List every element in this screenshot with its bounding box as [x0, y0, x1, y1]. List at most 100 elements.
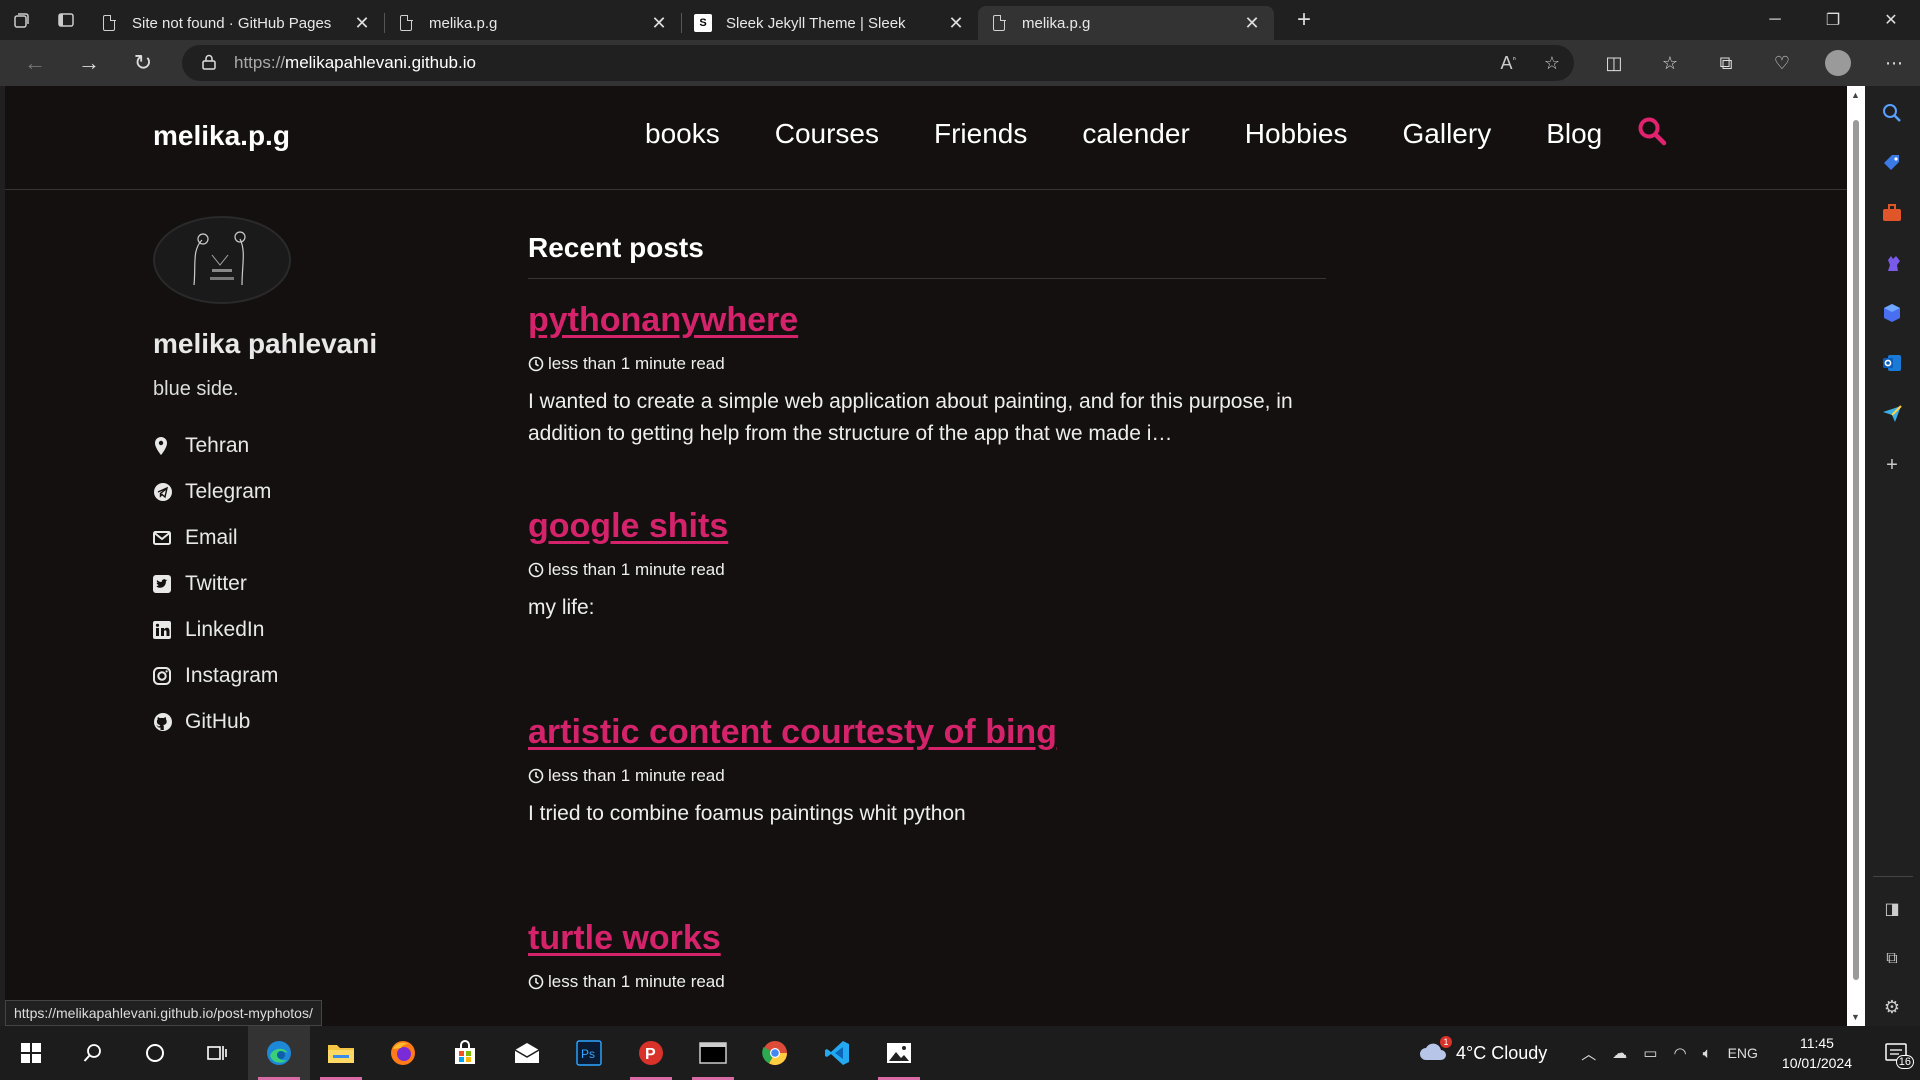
microsoft-365-icon[interactable]: [1877, 298, 1907, 328]
tab-melika-active[interactable]: melika.p.g ✕: [978, 6, 1274, 40]
nav-gallery[interactable]: Gallery: [1403, 118, 1492, 150]
photoshop-icon[interactable]: Ps: [558, 1026, 620, 1080]
profile-avatar[interactable]: [1825, 50, 1851, 76]
post-title-link[interactable]: pythonanywhere: [528, 301, 798, 339]
wifi-icon[interactable]: ◠: [1673, 1044, 1686, 1062]
author-link-instagram[interactable]: Instagram: [153, 653, 483, 699]
instagram-icon: [153, 667, 181, 685]
read-time: less than 1 minute read: [548, 766, 725, 785]
browser-essentials-icon[interactable]: ♡: [1754, 53, 1810, 74]
taskbar-search-icon[interactable]: [62, 1026, 124, 1080]
edge-taskbar-icon[interactable]: [248, 1026, 310, 1080]
back-arrow-icon[interactable]: ←: [8, 40, 62, 86]
clock-icon: [528, 562, 544, 578]
clock[interactable]: 11:45 10/01/2024: [1782, 1033, 1852, 1073]
show-hidden-icons-icon[interactable]: ︿: [1581, 1043, 1596, 1064]
vscode-icon[interactable]: [806, 1026, 868, 1080]
battery-icon[interactable]: ▭: [1643, 1044, 1657, 1062]
author-link-linkedin[interactable]: LinkedIn: [153, 607, 483, 653]
workspaces-icon[interactable]: [0, 0, 44, 40]
firefox-icon[interactable]: [372, 1026, 434, 1080]
clock-icon: [528, 974, 544, 990]
favorites-icon[interactable]: ☆: [1642, 53, 1698, 74]
weather-widget[interactable]: 1 4°C Cloudy: [1418, 1035, 1547, 1067]
collections-icon[interactable]: ⧉: [1698, 53, 1754, 74]
file-explorer-icon[interactable]: [310, 1026, 372, 1080]
new-tab-button[interactable]: +: [1284, 6, 1324, 34]
favorite-star-icon[interactable]: ☆: [1544, 53, 1560, 74]
nav-calender[interactable]: calender: [1082, 118, 1189, 150]
cortana-icon[interactable]: [124, 1026, 186, 1080]
search-icon[interactable]: [1637, 116, 1671, 150]
pycharm-icon[interactable]: P: [620, 1026, 682, 1080]
tab-title: Site not found · GitHub Pages: [132, 14, 332, 32]
read-time: less than 1 minute read: [548, 560, 725, 579]
author-link-github[interactable]: GitHub: [153, 699, 483, 745]
tools-icon[interactable]: [1877, 198, 1907, 228]
post-title-link[interactable]: turtle works: [528, 919, 721, 957]
address-bar[interactable]: https://melikapahlevani.github.io Aⁿ ☆: [182, 45, 1574, 81]
games-icon[interactable]: [1877, 248, 1907, 278]
tab-site-not-found[interactable]: Site not found · GitHub Pages ✕: [88, 6, 384, 40]
notifications-icon[interactable]: 16: [1872, 1043, 1920, 1069]
settings-more-icon[interactable]: ⋯: [1866, 53, 1920, 74]
tab-melika-1[interactable]: melika.p.g ✕: [385, 6, 681, 40]
post-title-link[interactable]: google shits: [528, 507, 728, 545]
notification-count-badge: 16: [1895, 1055, 1914, 1069]
close-tab-icon[interactable]: ✕: [649, 13, 669, 34]
onedrive-icon[interactable]: ☁: [1612, 1044, 1627, 1062]
nav-courses[interactable]: Courses: [775, 118, 879, 150]
tab-strip: Site not found · GitHub Pages ✕ melika.p…: [0, 0, 1920, 40]
microsoft-store-icon[interactable]: [434, 1026, 496, 1080]
nav-hobbies[interactable]: Hobbies: [1245, 118, 1348, 150]
hide-sidebar-icon[interactable]: ◨: [1877, 894, 1907, 924]
language-indicator[interactable]: ENG: [1728, 1045, 1758, 1061]
close-window-icon[interactable]: ✕: [1862, 0, 1920, 40]
windows-taskbar: Ps P 1 4°C Cloudy ︿ ☁ ▭ ◠ 🔈︎ ENG 11:45 1…: [0, 1026, 1920, 1080]
sidebar-divider: [1873, 876, 1913, 877]
add-sidebar-app-icon[interactable]: +: [1877, 450, 1907, 480]
read-time: less than 1 minute read: [548, 354, 725, 373]
page-icon: [397, 14, 415, 32]
mail-icon[interactable]: [496, 1026, 558, 1080]
read-aloud-icon[interactable]: Aⁿ: [1501, 53, 1516, 74]
sidebar-settings-icon[interactable]: ⚙: [1877, 992, 1907, 1022]
scrollbar-thumb[interactable]: [1853, 120, 1859, 980]
close-tab-icon[interactable]: ✕: [946, 13, 966, 34]
restore-icon[interactable]: ❐: [1804, 0, 1862, 40]
nav-friends[interactable]: Friends: [934, 118, 1027, 150]
close-tab-icon[interactable]: ✕: [352, 13, 372, 34]
post-title-link[interactable]: artistic content courtesty of bing: [528, 713, 1057, 751]
forward-arrow-icon[interactable]: →: [62, 40, 116, 86]
windows-start-icon[interactable]: [0, 1026, 62, 1080]
page-scrollbar[interactable]: ▲ ▼: [1847, 86, 1865, 1026]
author-link-twitter[interactable]: Twitter: [153, 561, 483, 607]
photos-icon[interactable]: [868, 1026, 930, 1080]
refresh-icon[interactable]: ↻: [116, 40, 170, 86]
scroll-up-icon[interactable]: ▲: [1851, 90, 1860, 100]
drop-send-icon[interactable]: [1877, 398, 1907, 428]
task-view-icon[interactable]: [186, 1026, 248, 1080]
external-link-icon[interactable]: ⧉: [1877, 944, 1907, 974]
sidebar-search-icon[interactable]: [1877, 98, 1907, 128]
outlook-icon[interactable]: [1877, 348, 1907, 378]
author-link-telegram[interactable]: Telegram: [153, 469, 483, 515]
nav-books[interactable]: books: [645, 118, 720, 150]
lock-icon[interactable]: [202, 54, 224, 73]
scroll-down-icon[interactable]: ▼: [1851, 1012, 1860, 1022]
shopping-tag-icon[interactable]: [1877, 148, 1907, 178]
tab-actions-icon[interactable]: [44, 0, 88, 40]
close-tab-icon[interactable]: ✕: [1242, 13, 1262, 34]
volume-icon[interactable]: 🔈︎: [1703, 1045, 1712, 1062]
chrome-icon[interactable]: [744, 1026, 806, 1080]
minimize-icon[interactable]: ─: [1746, 0, 1804, 40]
nav-blog[interactable]: Blog: [1546, 118, 1602, 150]
post-item: artistic content courtesty of bing less …: [528, 713, 1326, 897]
split-screen-icon[interactable]: ◫: [1586, 53, 1642, 74]
author-link-email[interactable]: Email: [153, 515, 483, 561]
tab-sleek[interactable]: S Sleek Jekyll Theme | Sleek ✕: [682, 6, 978, 40]
terminal-icon[interactable]: [682, 1026, 744, 1080]
twitter-icon: [153, 575, 181, 593]
linkedin-icon: [153, 621, 181, 639]
site-brand[interactable]: melika.p.g: [153, 120, 290, 152]
